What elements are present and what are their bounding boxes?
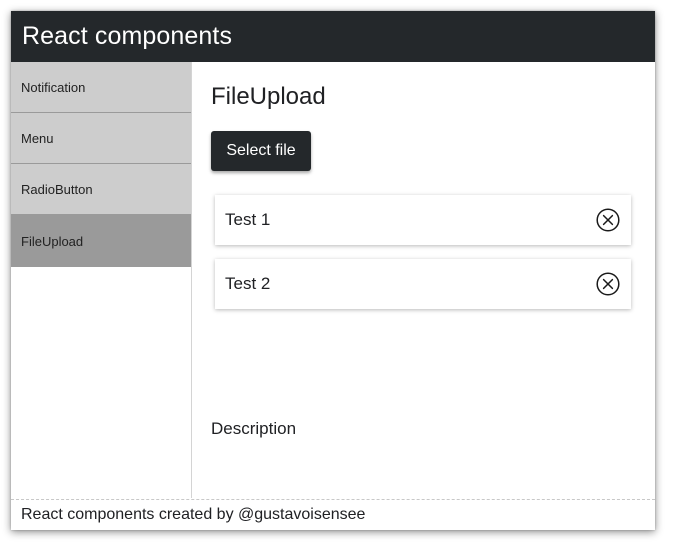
sidebar: Notification Menu RadioButton FileUpload [11, 62, 192, 498]
sidebar-item-menu[interactable]: Menu [11, 113, 191, 164]
file-name: Test 1 [225, 210, 271, 229]
sidebar-item-label: FileUpload [21, 233, 84, 249]
sidebar-item-label: Menu [21, 130, 54, 146]
file-item: Test 2 [215, 259, 631, 309]
remove-file-button[interactable] [595, 271, 621, 297]
main-content: FileUpload Select file Test 1 Test 2 Des… [192, 62, 655, 498]
app-header: React components [11, 11, 655, 62]
app-window: React components Notification Menu Radio… [11, 11, 655, 530]
footer-text: React components created by @gustavoisen… [21, 506, 366, 523]
file-name: Test 2 [225, 274, 271, 293]
sidebar-item-radiobutton[interactable]: RadioButton [11, 164, 191, 215]
footer: React components created by @gustavoisen… [11, 499, 655, 530]
description-label: Description [211, 419, 297, 438]
page-title: FileUpload [211, 83, 326, 110]
sidebar-item-fileupload[interactable]: FileUpload [11, 215, 191, 267]
close-circle-icon [596, 208, 620, 232]
select-file-button[interactable]: Select file [211, 131, 311, 171]
sidebar-item-label: Notification [21, 79, 86, 95]
sidebar-item-notification[interactable]: Notification [11, 62, 191, 113]
app-title: React components [22, 22, 233, 50]
file-item: Test 1 [215, 195, 631, 245]
close-circle-icon [596, 272, 620, 296]
remove-file-button[interactable] [595, 207, 621, 233]
sidebar-item-label: RadioButton [21, 181, 93, 197]
